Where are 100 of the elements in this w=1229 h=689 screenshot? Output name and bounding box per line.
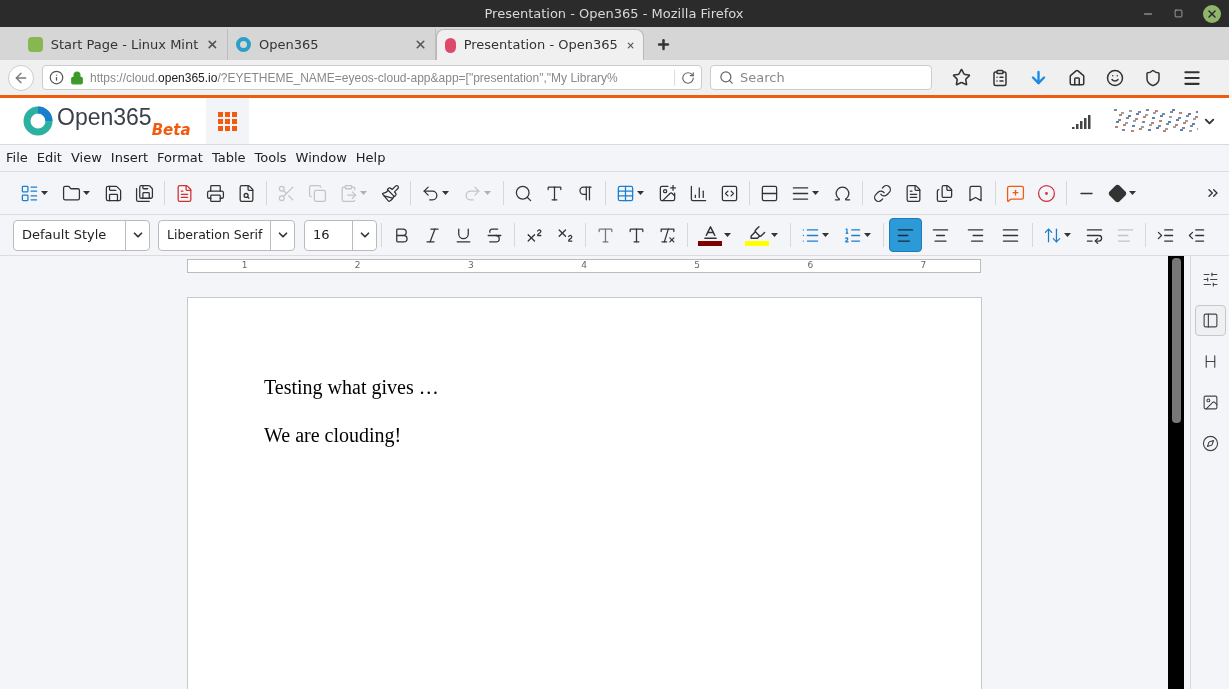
search-input[interactable]: Search <box>740 67 923 88</box>
info-icon[interactable] <box>49 70 64 85</box>
new-tab-icon[interactable] <box>656 37 671 52</box>
menu-item[interactable]: Table <box>211 148 246 168</box>
sidebar-tab[interactable] <box>1194 305 1226 336</box>
close-button[interactable] <box>1203 4 1221 23</box>
search-icon <box>719 70 734 85</box>
caret-icon[interactable] <box>41 191 48 195</box>
url-field[interactable]: https://cloud.open365.io/?EYETHEME_NAME=eyeos-cloud-app&app=["presentation","My Library% <box>42 65 702 90</box>
smiley-icon[interactable] <box>1106 68 1124 87</box>
beta-label: Beta <box>151 121 191 139</box>
home-icon[interactable] <box>1068 68 1086 87</box>
tab-title: Open365 <box>259 35 320 54</box>
url-text: https://cloud.open365.io/?EYETHEME_NAME=eyeos-cloud-app&app=["presentation","My Library% <box>90 69 619 87</box>
maximize-icon[interactable] <box>1174 9 1183 18</box>
document-paragraph: We are clouding! <box>264 423 403 448</box>
search-field[interactable]: Search <box>710 65 932 90</box>
reload-icon[interactable] <box>681 70 695 85</box>
ruler-number: 4 <box>581 259 587 273</box>
caret-icon[interactable] <box>1064 233 1071 237</box>
insert-text-box-icon[interactable] <box>720 183 739 203</box>
caret-icon[interactable] <box>724 233 731 237</box>
caret-icon[interactable] <box>442 191 449 195</box>
hyperlink-icon[interactable] <box>873 183 892 203</box>
footnote-icon[interactable] <box>904 183 923 203</box>
properties-icon <box>1201 271 1219 288</box>
insert-image-icon[interactable] <box>658 183 677 203</box>
download-icon[interactable] <box>1029 68 1048 87</box>
signal-icon <box>1072 113 1092 129</box>
tab-title: Start Page - Linux Mint <box>50 35 199 54</box>
caret-icon[interactable] <box>637 191 644 195</box>
ruler-number: 1 <box>241 259 248 273</box>
font-value: Liberation Serif <box>166 225 264 244</box>
menu-item[interactable]: Tools <box>254 148 287 168</box>
menu-item[interactable]: Help <box>355 148 386 168</box>
apps-grid-button[interactable] <box>206 98 249 144</box>
bookmark-icon[interactable] <box>966 183 985 203</box>
font-size-combo[interactable]: 16 <box>304 219 377 251</box>
scrollbar[interactable] <box>1168 256 1184 689</box>
print-preview-icon[interactable] <box>237 183 256 203</box>
menu-item[interactable]: Window <box>295 148 347 168</box>
navigator-icon <box>1201 435 1219 452</box>
caret-icon[interactable] <box>771 233 778 237</box>
insert-table-icon[interactable] <box>616 183 635 203</box>
find-icon[interactable] <box>514 183 533 203</box>
tab-title: Presentation - Open365 <box>463 36 618 55</box>
paragraph-style-combo[interactable]: Default Style <box>13 219 150 251</box>
menu-item[interactable]: View <box>70 148 102 168</box>
font-name-combo[interactable]: Liberation Serif <box>158 219 295 251</box>
window-title: Presentation - Open365 - Mozilla Firefox <box>483 4 745 23</box>
bookmark-star-icon[interactable] <box>952 68 971 87</box>
open365-logo-icon <box>23 106 53 136</box>
page-break-icon[interactable] <box>760 183 779 203</box>
close-tab-icon[interactable] <box>414 38 427 51</box>
menu-item[interactable]: Insert <box>110 148 149 168</box>
new-document-icon[interactable] <box>20 183 39 203</box>
pdf-export-icon[interactable] <box>175 183 194 203</box>
mint-logo-icon <box>28 37 43 52</box>
clone-formatting-icon[interactable] <box>381 183 400 203</box>
print-icon[interactable] <box>206 183 225 203</box>
comment-icon[interactable] <box>1006 183 1025 203</box>
menu-item[interactable]: File <box>6 148 28 168</box>
ruler-number: 7 <box>920 259 927 273</box>
ring-logo-icon <box>236 37 251 52</box>
logo-text: Open365 <box>57 103 152 131</box>
document-paragraph: Testing what gives … <box>264 375 440 400</box>
caret-icon[interactable] <box>812 191 819 195</box>
back-button[interactable] <box>8 64 34 91</box>
folder-icon[interactable] <box>62 183 81 203</box>
save-icon[interactable] <box>104 183 123 203</box>
caret-icon[interactable] <box>1129 191 1136 195</box>
caret-icon[interactable] <box>864 233 871 237</box>
lock-icon <box>70 70 84 85</box>
caret-icon[interactable] <box>822 233 829 237</box>
clipboard-icon[interactable] <box>991 68 1009 87</box>
menu-item[interactable]: Format <box>157 148 203 168</box>
save-as-icon[interactable] <box>135 183 154 203</box>
page-icon <box>1201 312 1219 329</box>
grid-icon <box>218 111 237 131</box>
font-color-icon[interactable] <box>698 224 722 246</box>
size-value: 16 <box>312 226 331 245</box>
browser-tab[interactable]: Presentation - Open365 <box>436 29 644 60</box>
alignment-button[interactable] <box>889 218 922 252</box>
caret-icon[interactable] <box>83 191 90 195</box>
ruler-number: 5 <box>694 259 700 273</box>
document-page[interactable]: Testing what gives … We are clouding! <box>187 297 982 689</box>
ruler-number: 2 <box>354 259 361 273</box>
endnote-icon[interactable] <box>935 183 954 203</box>
line-spacing-icon[interactable] <box>1043 225 1062 245</box>
menu-item[interactable]: Edit <box>36 148 62 168</box>
insert-chart-icon[interactable] <box>689 183 708 203</box>
gallery-icon <box>1201 394 1219 411</box>
shapes-icon[interactable] <box>1108 183 1127 203</box>
close-tab-icon[interactable] <box>206 38 219 51</box>
track-changes-icon[interactable] <box>1037 183 1056 203</box>
style-value: Default Style <box>21 226 108 245</box>
ruler-number: 6 <box>807 259 814 273</box>
highlight-icon[interactable] <box>745 224 769 246</box>
ruler[interactable]: 1 2 3 4 5 6 7 <box>187 259 981 273</box>
close-icon <box>1206 7 1218 20</box>
